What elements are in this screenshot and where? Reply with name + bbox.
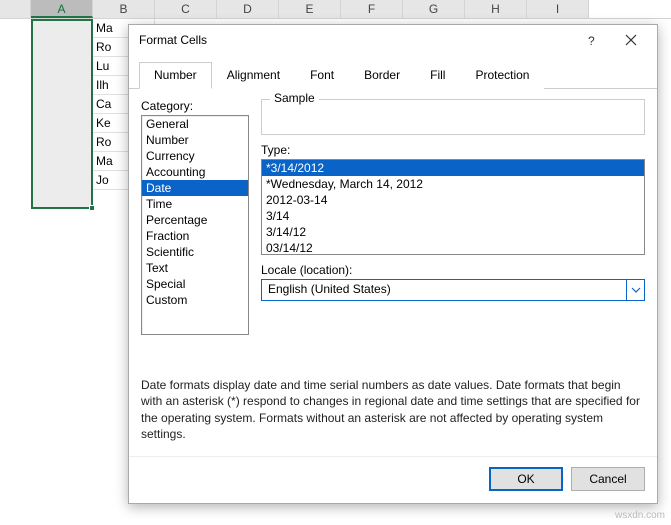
- select-all-corner[interactable]: [0, 0, 31, 18]
- category-label: Category:: [141, 99, 249, 113]
- type-item[interactable]: 03/14/12: [262, 240, 644, 255]
- dialog-body: Category: General Number Currency Accoun…: [129, 89, 657, 456]
- locale-label: Locale (location):: [261, 263, 645, 277]
- tab-fill[interactable]: Fill: [415, 62, 460, 89]
- type-item[interactable]: 3/14/12: [262, 224, 644, 240]
- category-item[interactable]: Accounting: [142, 164, 248, 180]
- column-headers: A B C D E F G H I: [0, 0, 671, 19]
- tab-number[interactable]: Number: [139, 62, 212, 89]
- col-header-b[interactable]: B: [93, 0, 155, 18]
- svg-text:?: ?: [588, 34, 595, 47]
- category-item[interactable]: Fraction: [142, 228, 248, 244]
- tab-bar: Number Alignment Font Border Fill Protec…: [129, 55, 657, 89]
- col-header-c[interactable]: C: [155, 0, 217, 18]
- dialog-title: Format Cells: [139, 33, 571, 47]
- chevron-down-icon[interactable]: [626, 280, 644, 300]
- close-icon: [625, 34, 637, 46]
- help-button[interactable]: ?: [571, 26, 611, 54]
- fill-handle[interactable]: [89, 205, 95, 211]
- category-item[interactable]: Time: [142, 196, 248, 212]
- tab-protection[interactable]: Protection: [460, 62, 544, 89]
- category-item[interactable]: Text: [142, 260, 248, 276]
- category-item[interactable]: Custom: [142, 292, 248, 308]
- col-header-a[interactable]: A: [31, 0, 93, 18]
- sample-box: Sample: [261, 99, 645, 135]
- category-item[interactable]: Currency: [142, 148, 248, 164]
- col-header-g[interactable]: G: [403, 0, 465, 18]
- category-item[interactable]: Scientific: [142, 244, 248, 260]
- type-item[interactable]: 2012-03-14: [262, 192, 644, 208]
- locale-value: English (United States): [262, 280, 626, 300]
- col-header-e[interactable]: E: [279, 0, 341, 18]
- close-button[interactable]: [611, 26, 651, 54]
- type-item[interactable]: *3/14/2012: [262, 160, 644, 176]
- category-item[interactable]: Number: [142, 132, 248, 148]
- button-row: OK Cancel: [129, 456, 657, 503]
- category-item[interactable]: Percentage: [142, 212, 248, 228]
- watermark: wsxdn.com: [615, 510, 665, 521]
- type-listbox[interactable]: *3/14/2012 *Wednesday, March 14, 2012 20…: [261, 159, 645, 255]
- titlebar: Format Cells ?: [129, 25, 657, 55]
- locale-dropdown[interactable]: English (United States): [261, 279, 645, 301]
- category-listbox[interactable]: General Number Currency Accounting Date …: [141, 115, 249, 335]
- category-item[interactable]: Date: [142, 180, 248, 196]
- col-header-f[interactable]: F: [341, 0, 403, 18]
- selection-range: [31, 19, 93, 209]
- type-label: Type:: [261, 143, 645, 157]
- type-item[interactable]: 3/14: [262, 208, 644, 224]
- tab-border[interactable]: Border: [349, 62, 415, 89]
- format-cells-dialog: Format Cells ? Number Alignment Font Bor…: [128, 24, 658, 504]
- description-text: Date formats display date and time seria…: [141, 369, 645, 446]
- category-item[interactable]: Special: [142, 276, 248, 292]
- sample-label: Sample: [270, 91, 319, 105]
- ok-button[interactable]: OK: [489, 467, 563, 491]
- tab-alignment[interactable]: Alignment: [212, 62, 295, 89]
- tab-font[interactable]: Font: [295, 62, 349, 89]
- category-item[interactable]: General: [142, 116, 248, 132]
- col-header-d[interactable]: D: [217, 0, 279, 18]
- col-header-h[interactable]: H: [465, 0, 527, 18]
- type-item[interactable]: *Wednesday, March 14, 2012: [262, 176, 644, 192]
- col-header-i[interactable]: I: [527, 0, 589, 18]
- cancel-button[interactable]: Cancel: [571, 467, 645, 491]
